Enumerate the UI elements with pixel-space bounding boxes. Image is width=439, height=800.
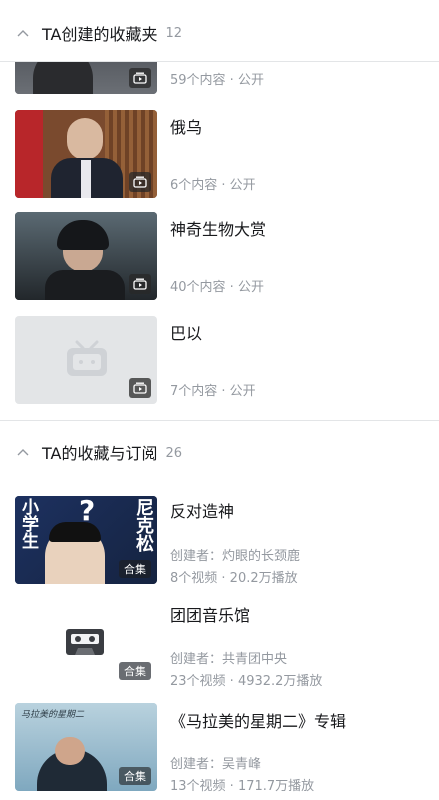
thumb-text: 马拉美的星期二 <box>21 710 85 720</box>
collection-badge: 合集 <box>119 662 151 680</box>
collection-thumbnail: 合集 <box>15 598 157 686</box>
folder-meta: 40个内容 · 公开 <box>170 280 264 295</box>
section-title: TA创建的收藏夹 <box>42 24 158 44</box>
folder-thumbnail <box>15 212 157 300</box>
collection-creator: 创建者：灼眼的长颈鹿 <box>170 549 301 564</box>
playlist-play-icon <box>129 68 151 88</box>
collection-thumbnail: 马拉美的星期二 合集 <box>15 703 157 791</box>
folder-name: 俄乌 <box>170 118 203 137</box>
section-divider <box>0 420 439 421</box>
folder-name: 神奇生物大赏 <box>170 220 267 239</box>
collection-name: 反对造神 <box>170 502 235 521</box>
collection-badge: 合集 <box>119 767 151 785</box>
thumb-text-left: 小学生 <box>18 498 38 549</box>
folder-name: 巴以 <box>170 324 203 343</box>
folder-meta: 6个内容 · 公开 <box>170 178 256 193</box>
playlist-play-icon <box>129 172 151 192</box>
folder-thumbnail <box>15 110 157 198</box>
collection-creator: 创建者：共青团中央 <box>170 652 288 667</box>
playlist-play-icon <box>129 378 151 398</box>
created-favorites-header[interactable]: TA创建的收藏夹 12 <box>0 4 439 62</box>
folder-meta: 7个内容 · 公开 <box>170 384 256 399</box>
collection-badge: 合集 <box>119 560 151 578</box>
section-count: 12 <box>165 26 183 41</box>
section-count: 26 <box>165 445 183 461</box>
folder-meta: 59个内容 · 公开 <box>170 73 264 88</box>
collection-stats: 23个视频 · 4932.2万播放 <box>170 674 323 689</box>
folder-thumbnail <box>15 316 157 404</box>
collection-name: 团团音乐馆 <box>170 606 251 625</box>
tv-placeholder-icon <box>65 340 109 382</box>
subscribed-favorites-header[interactable]: TA的收藏与订阅 26 <box>0 424 439 480</box>
collection-stats: 13个视频 · 171.7万播放 <box>170 779 315 794</box>
chevron-up-icon[interactable] <box>16 445 30 459</box>
chevron-up-icon[interactable] <box>16 26 30 40</box>
collection-name: 《马拉美的星期二》专辑 <box>170 712 347 731</box>
collection-creator: 创建者：吴青峰 <box>170 757 262 772</box>
collection-thumbnail: ? 小学生 尼克松 合集 <box>15 496 157 584</box>
collection-stats: 8个视频 · 20.2万播放 <box>170 571 298 586</box>
thumb-text-right: 尼克松 <box>133 498 154 552</box>
cassette-icon <box>65 628 105 660</box>
playlist-play-icon <box>129 274 151 294</box>
section-title: TA的收藏与订阅 <box>42 444 158 463</box>
